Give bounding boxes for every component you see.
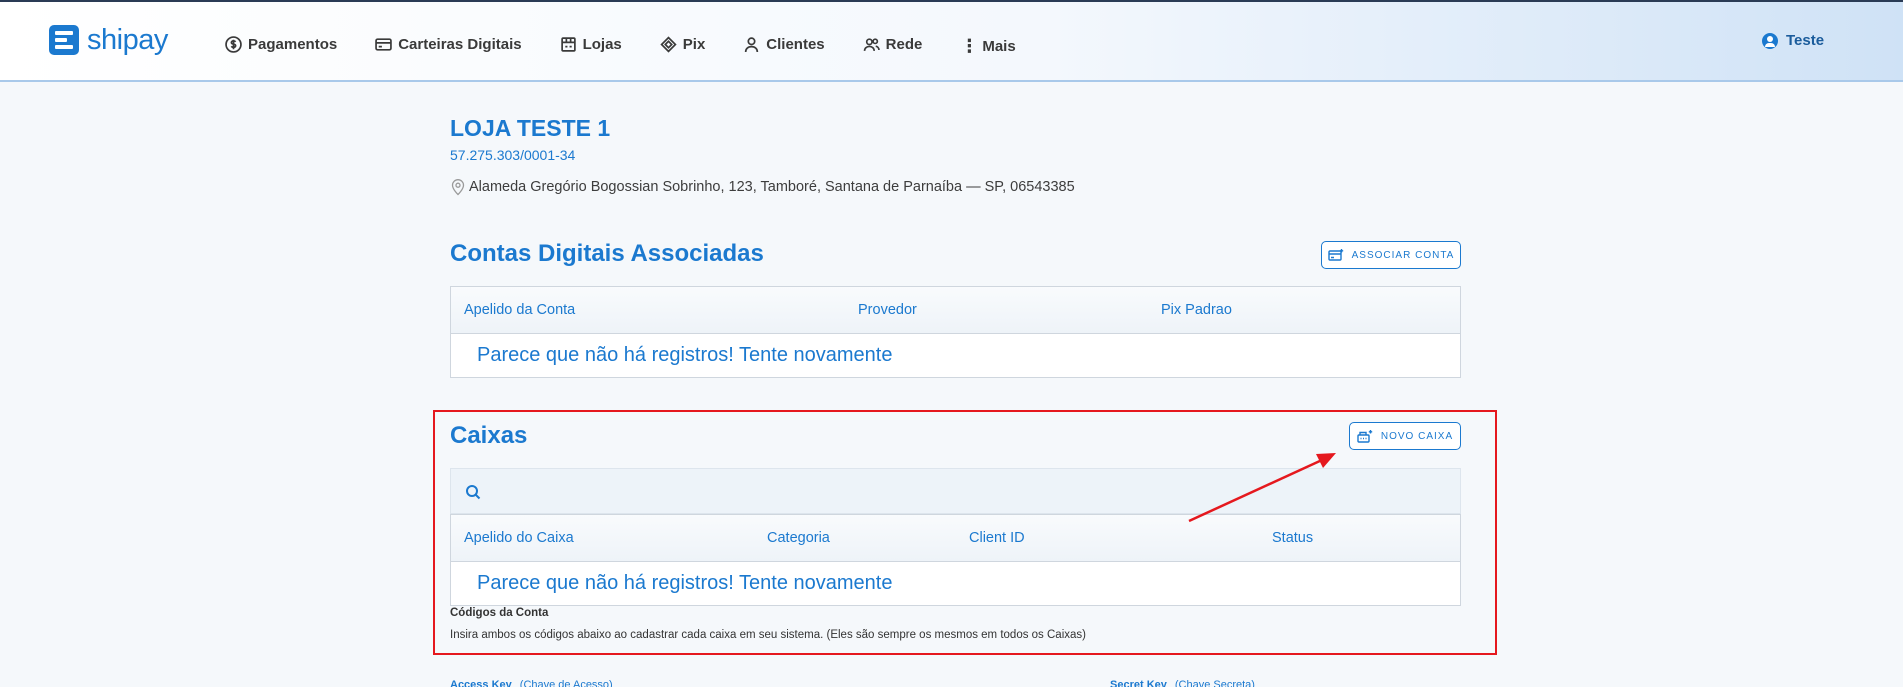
card-add-icon [1327, 249, 1343, 261]
secret-key-label: Secret Key [1110, 679, 1167, 687]
nav-label: Pix [682, 35, 706, 53]
store-address-text: Alameda Gregório Bogossian Sobrinho, 123… [469, 179, 1075, 195]
logo-icon [49, 25, 79, 55]
person-icon [745, 36, 759, 52]
column-header[interactable]: Apelido da Conta [464, 302, 575, 318]
column-header[interactable]: Provedor [858, 302, 917, 318]
nav-label: Lojas [582, 35, 622, 53]
store-address: Alameda Gregório Bogossian Sobrinho, 123… [450, 178, 1075, 196]
column-header[interactable]: Categoria [767, 530, 830, 546]
associate-account-button[interactable]: ASSOCIAR CONTA [1321, 241, 1461, 269]
store-cnpj: 57.275.303/0001-34 [450, 147, 576, 163]
pix-icon [660, 35, 677, 53]
store-icon [560, 36, 576, 52]
nav-item-carteiras-digitais[interactable]: Carteiras Digitais [375, 32, 522, 56]
user-menu[interactable]: Teste [1762, 32, 1824, 49]
nav-item-mais[interactable]: ⋮ Mais [960, 34, 1015, 58]
accounts-table: Apelido da Conta Provedor Pix Padrao Par… [450, 286, 1461, 378]
dollar-circle-icon [225, 35, 242, 53]
top-navbar: shipay Pagamentos Carteiras Digitais Loj… [0, 2, 1903, 82]
logo-text: shipay [87, 23, 168, 56]
nav-label: Pagamentos [248, 35, 338, 53]
search-icon [466, 485, 481, 500]
nav-label: Rede [885, 35, 923, 53]
cashier-search-bar[interactable] [450, 468, 1461, 514]
cashiers-table-header: Apelido do Caixa Categoria Client ID Sta… [451, 515, 1460, 562]
access-key-label: Access Key [450, 679, 512, 687]
nav-item-rede[interactable]: Rede [863, 32, 923, 56]
cashiers-table: Apelido do Caixa Categoria Client ID Sta… [450, 514, 1461, 606]
secret-key-label-row: Secret Key (Chave Secreta) [1110, 679, 1255, 687]
column-header[interactable]: Client ID [969, 530, 1025, 546]
column-header[interactable]: Status [1272, 530, 1313, 546]
account-codes-title: Códigos da Conta [450, 607, 549, 619]
user-name: Teste [1786, 32, 1825, 49]
nav-label: Carteiras Digitais [398, 35, 522, 53]
shipay-logo[interactable]: shipay [49, 24, 168, 56]
people-icon [863, 37, 880, 51]
nav-item-lojas[interactable]: Lojas [560, 32, 622, 56]
nav-label: Mais [982, 37, 1016, 55]
accounts-table-header: Apelido da Conta Provedor Pix Padrao [451, 287, 1460, 334]
cashiers-section-title: Caixas [450, 422, 528, 449]
user-avatar-icon [1762, 32, 1778, 49]
cashiers-empty-row: Parece que não há registros! Tente novam… [451, 562, 1460, 605]
location-pin-icon [451, 179, 465, 196]
access-key-hint: (Chave de Acesso) [519, 679, 613, 687]
store-title: LOJA TESTE 1 [450, 115, 611, 141]
new-cashier-button[interactable]: NOVO CAIXA [1349, 422, 1461, 450]
new-cashier-label: NOVO CAIXA [1380, 430, 1454, 442]
accounts-section-title: Contas Digitais Associadas [450, 240, 764, 267]
nav-item-pix[interactable]: Pix [660, 32, 706, 56]
nav-item-pagamentos[interactable]: Pagamentos [225, 32, 337, 56]
associate-account-label: ASSOCIAR CONTA [1351, 249, 1455, 261]
nav-label: Clientes [766, 35, 825, 53]
empty-message: Parece que não há registros! Tente novam… [477, 572, 893, 594]
main-nav: Pagamentos Carteiras Digitais Lojas Pix … [225, 30, 1054, 58]
empty-message: Parece que não há registros! Tente novam… [477, 344, 893, 366]
more-vertical-icon: ⋮ [960, 36, 979, 56]
secret-key-hint: (Chave Secreta) [1174, 679, 1255, 687]
column-header[interactable]: Apelido do Caixa [464, 530, 574, 546]
access-key-label-row: Access Key (Chave de Acesso) [450, 679, 613, 687]
register-add-icon [1357, 430, 1373, 443]
card-icon [375, 37, 392, 51]
accounts-empty-row: Parece que não há registros! Tente novam… [451, 334, 1460, 377]
account-codes-description: Insira ambos os códigos abaixo ao cadast… [450, 629, 1086, 641]
column-header[interactable]: Pix Padrao [1161, 302, 1232, 318]
nav-item-clientes[interactable]: Clientes [743, 32, 825, 56]
